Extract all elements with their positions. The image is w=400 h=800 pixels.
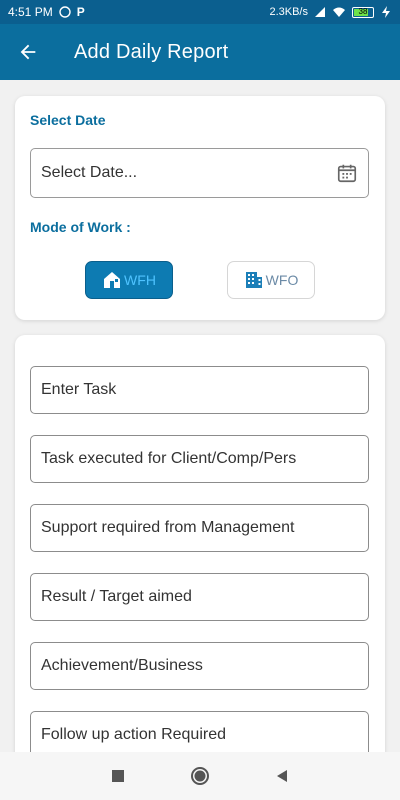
achievement-business-field[interactable]: Achievement/Business	[30, 642, 369, 690]
report-fields-card: Enter Task Task executed for Client/Comp…	[15, 335, 385, 775]
home-icon	[104, 272, 121, 288]
square-icon	[112, 770, 124, 782]
charging-icon	[382, 6, 390, 18]
battery-level: 38	[358, 6, 368, 16]
task-executed-for-field[interactable]: Task executed for Client/Comp/Pers	[30, 435, 369, 483]
mode-of-work-label: Mode of Work :	[30, 219, 131, 235]
recents-button[interactable]	[106, 766, 130, 786]
signal-icon	[315, 7, 325, 17]
result-target-field[interactable]: Result / Target aimed	[30, 573, 369, 621]
office-building-icon	[245, 272, 262, 288]
arrow-left-icon	[20, 44, 36, 60]
whatsapp-icon	[59, 6, 71, 18]
system-nav-bar	[0, 752, 400, 800]
battery-icon: 38	[352, 6, 374, 18]
support-required-field[interactable]: Support required from Management	[30, 504, 369, 552]
back-nav-button[interactable]	[270, 766, 294, 786]
calendar-icon[interactable]	[336, 162, 358, 184]
back-button[interactable]	[0, 24, 56, 80]
circle-icon	[191, 767, 209, 785]
triangle-back-icon	[277, 770, 287, 782]
app-bar: Add Daily Report	[0, 24, 400, 80]
wfh-button[interactable]: WFH	[85, 261, 173, 299]
status-bar: 4:51 PM P 2.3KB/s 38	[0, 0, 400, 24]
status-time: 4:51 PM	[8, 5, 53, 19]
p-app-icon: P	[76, 5, 85, 19]
wfo-button[interactable]: WFO	[227, 261, 315, 299]
wfo-label: WFO	[265, 272, 299, 288]
date-mode-card: Select Date Select Date... Mode of Work …	[15, 96, 385, 320]
date-placeholder: Select Date...	[41, 164, 138, 181]
network-speed: 2.3KB/s	[269, 6, 308, 18]
select-date-label: Select Date	[30, 112, 106, 128]
wifi-icon	[333, 7, 345, 17]
page-title: Add Daily Report	[74, 40, 229, 63]
date-picker-field[interactable]: Select Date...	[30, 148, 369, 198]
wfh-label: WFH	[124, 272, 156, 288]
enter-task-field[interactable]: Enter Task	[30, 366, 369, 414]
home-nav-button[interactable]	[188, 766, 212, 786]
